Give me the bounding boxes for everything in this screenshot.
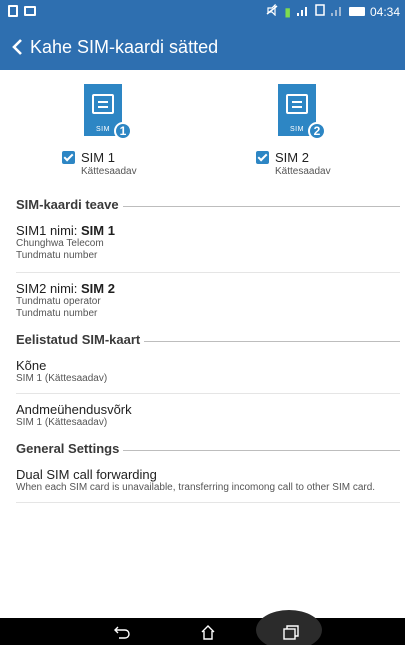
chevron-left-icon xyxy=(12,39,22,55)
sim-2-name: SIM 2 xyxy=(275,150,309,165)
section-sim-info: SIM-kaardi teave xyxy=(16,195,400,213)
clock: 04:34 xyxy=(369,4,400,19)
sim-cards-row: SIM 1 SIM 1 Kättesaadav SIM 2 SIM 2 Kätt… xyxy=(0,70,405,195)
item-subtitle: When each SIM card is unavailable, trans… xyxy=(16,482,376,493)
item-subtitle: SIM 1 (Kättesaadav) xyxy=(16,417,108,428)
battery-icon xyxy=(348,7,365,16)
section-title: General Settings xyxy=(16,440,120,456)
item-label: SIM1 nimi: xyxy=(16,223,82,238)
message-icon xyxy=(24,6,36,16)
sim2-icon xyxy=(315,4,325,19)
item-number: Tundmatu number xyxy=(16,250,98,261)
navigation-bar xyxy=(0,610,405,645)
item-number: Tundmatu number xyxy=(16,308,98,319)
sim-1-badge: 1 xyxy=(114,122,132,140)
app-bar: Kahe SIM-kaardi sätted xyxy=(0,24,405,70)
section-title: SIM-kaardi teave xyxy=(16,196,119,212)
sim-1-status: Kättesaadav xyxy=(81,166,137,177)
settings-content: SIM 1 SIM 1 Kättesaadav SIM 2 SIM 2 Kätt… xyxy=(0,70,405,618)
section-divider xyxy=(144,340,400,342)
back-arrow-icon xyxy=(114,626,130,639)
recents-icon xyxy=(283,624,299,640)
item-value: SIM 2 xyxy=(81,281,115,296)
sim1-name-item[interactable]: SIM1 nimi: SIM 1 Chunghwa Telecom Tundma… xyxy=(0,213,405,272)
dual-sim-forwarding-item[interactable]: Dual SIM call forwarding When each SIM c… xyxy=(0,457,405,502)
status-bar: ▮ 04:34 xyxy=(0,0,405,24)
sim-2-badge: 2 xyxy=(308,122,326,140)
item-value: SIM 1 xyxy=(81,223,115,238)
checkbox-checked-icon[interactable] xyxy=(62,151,75,164)
preferred-call-item[interactable]: Kõne SIM 1 (Kättesaadav) xyxy=(0,348,405,393)
back-button[interactable] xyxy=(4,24,30,70)
item-operator: Tundmatu operator xyxy=(16,296,101,307)
mute-icon xyxy=(265,3,279,19)
section-general-settings: General Settings xyxy=(16,439,400,457)
sim2-name-item[interactable]: SIM2 nimi: SIM 2 Tundmatu operator Tundm… xyxy=(0,273,405,328)
home-nav-button[interactable] xyxy=(188,618,228,645)
section-preferred-sim: Eelistatud SIM-kaart xyxy=(16,330,400,348)
item-subtitle: SIM 1 (Kättesaadav) xyxy=(16,373,108,384)
back-nav-button[interactable] xyxy=(102,618,142,645)
item-operator: Chunghwa Telecom xyxy=(16,238,104,249)
item-title: Andmeühendusvõrk xyxy=(16,402,132,417)
sim-2-status: Kättesaadav xyxy=(275,166,331,177)
section-divider xyxy=(122,205,400,207)
recents-nav-button[interactable] xyxy=(271,618,311,645)
section-title: Eelistatud SIM-kaart xyxy=(16,331,141,347)
preferred-data-item[interactable]: Andmeühendusvõrk SIM 1 (Kättesaadav) xyxy=(0,394,405,437)
checkbox-checked-icon[interactable] xyxy=(256,151,269,164)
sim-1-toggle[interactable]: SIM 1 xyxy=(62,150,115,165)
item-title: Dual SIM call forwarding xyxy=(16,467,157,482)
item-label: SIM2 nimi: xyxy=(16,281,82,296)
page-title: Kahe SIM-kaardi sätted xyxy=(30,36,219,57)
section-divider xyxy=(123,449,400,451)
sim-1-name: SIM 1 xyxy=(81,150,115,165)
home-icon xyxy=(201,624,215,640)
no-signal-icon xyxy=(330,5,344,19)
notification-icon xyxy=(8,5,18,17)
signal-icon xyxy=(296,5,310,19)
sim-2-toggle[interactable]: SIM 2 xyxy=(256,150,309,165)
item-title: Kõne xyxy=(16,358,47,373)
sim1-signal-icon: ▮ xyxy=(284,4,291,19)
divider xyxy=(16,502,400,503)
